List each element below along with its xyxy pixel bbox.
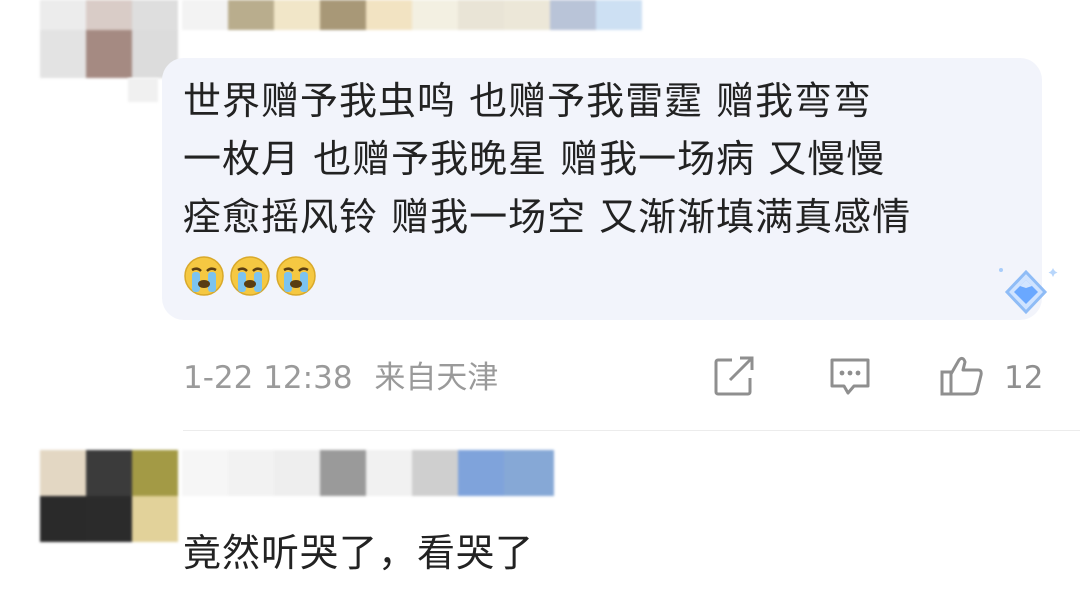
username-tile [274,450,320,496]
comment-time: 1-22 12:38 [183,360,353,396]
avatar-tile [86,0,132,30]
username[interactable] [182,450,554,496]
username-tile [320,450,366,496]
username-tile [228,0,274,30]
avatar-tile [132,450,178,496]
crying-face-icon [230,256,270,296]
username[interactable] [182,0,648,30]
like-count: 12 [1004,360,1044,396]
comment-text-line: 世界赠予我虫鸣 也赠予我雷霆 赠我弯弯 [183,79,873,123]
crying-face-icon [184,256,224,296]
avatar-tile [86,450,132,496]
comment-text-line: 一枚月 也赠予我晚星 赠我一场病 又慢慢 [183,137,886,181]
crying-face-icon [276,256,316,296]
avatar-edge [128,78,158,102]
comment-icon[interactable] [826,352,874,400]
username-tile [228,450,274,496]
thumbs-up-icon[interactable] [938,352,986,400]
avatar-tile [132,0,178,30]
avatar[interactable] [40,0,178,78]
avatar-tile [132,496,178,542]
username-tile [320,0,366,30]
avatar[interactable] [40,450,178,542]
username-tile [458,450,504,496]
divider [183,430,1080,431]
username-tile [596,0,642,30]
username-tile [366,0,412,30]
username-tile [274,0,320,30]
username-tile [550,0,596,30]
username-tile [366,450,412,496]
username-tile [504,0,550,30]
username-tile [412,450,458,496]
username-tile [182,450,228,496]
avatar-tile [40,0,86,30]
avatar-tile [40,496,86,542]
avatar-tile [40,450,86,496]
avatar-tile [86,30,132,78]
avatar-tile [86,496,132,542]
username-tile [458,0,504,30]
comment-text: 竟然听哭了，看哭了 [183,531,535,575]
username-tile [182,0,228,30]
diamond-badge-icon [999,268,1058,315]
avatar-tile [40,30,86,78]
share-icon[interactable] [710,352,758,400]
username-tile [412,0,458,30]
comment-location: 来自天津 [374,360,499,396]
comment-text-line: 痊愈摇风铃 赠我一场空 又渐渐填满真感情 [183,195,912,239]
username-tile [504,450,554,496]
comment-meta: 1-22 12:38 来自天津 [183,358,498,398]
